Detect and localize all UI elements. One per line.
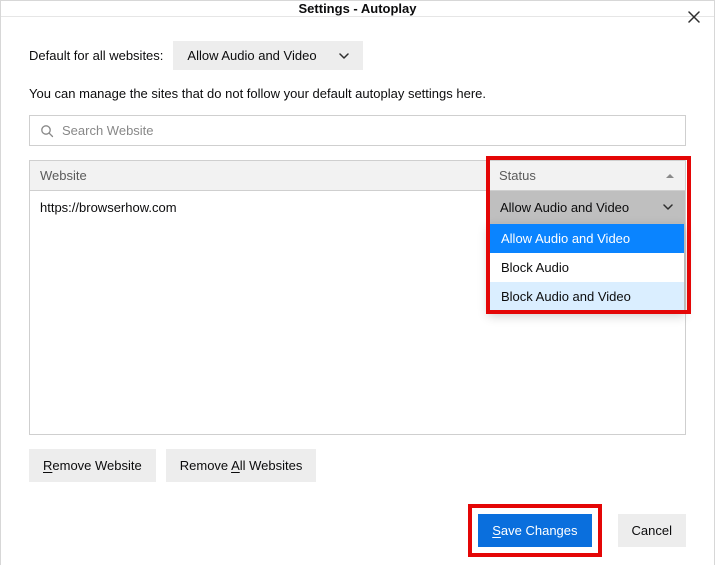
remove-all-websites-button[interactable]: Remove All Websites [166, 449, 317, 482]
search-icon [40, 124, 54, 138]
dialog-title: Settings - Autoplay [299, 1, 417, 16]
chevron-down-icon [339, 53, 349, 59]
status-dropdown: Allow Audio and Video Block Audio Block … [488, 223, 685, 312]
default-autoplay-row: Default for all websites: Allow Audio an… [29, 41, 686, 70]
column-header-status[interactable]: Status [488, 161, 685, 190]
search-input[interactable] [62, 123, 675, 138]
cancel-button[interactable]: Cancel [618, 514, 686, 547]
actions-right: Save Changes Cancel [29, 504, 686, 557]
actions-left: Remove Website Remove All Websites [29, 449, 686, 482]
cell-status: Allow Audio and Video Allow Audio and Vi… [488, 191, 685, 223]
settings-autoplay-dialog: Settings - Autoplay Default for all webs… [0, 0, 715, 565]
close-button[interactable] [682, 7, 706, 31]
default-label: Default for all websites: [29, 48, 163, 63]
dialog-header: Settings - Autoplay [1, 1, 714, 17]
status-option-block-av[interactable]: Block Audio and Video [489, 282, 684, 311]
status-option-block-audio[interactable]: Block Audio [489, 253, 684, 282]
sort-asc-icon [665, 173, 675, 179]
status-select[interactable]: Allow Audio and Video [488, 191, 685, 223]
annotation-highlight-save: Save Changes [468, 504, 601, 557]
cell-website: https://browserhow.com [30, 191, 488, 223]
remove-website-button[interactable]: Remove Website [29, 449, 156, 482]
save-changes-button[interactable]: Save Changes [478, 514, 591, 547]
dialog-content: Default for all websites: Allow Audio an… [1, 17, 714, 573]
chevron-down-icon [663, 204, 673, 210]
description-text: You can manage the sites that do not fol… [29, 86, 686, 101]
search-container [29, 115, 686, 146]
table-header: Website Status [30, 161, 685, 191]
status-option-allow[interactable]: Allow Audio and Video [489, 224, 684, 253]
default-select-value: Allow Audio and Video [187, 48, 316, 63]
close-icon [688, 10, 700, 28]
default-autoplay-select[interactable]: Allow Audio and Video [173, 41, 362, 70]
websites-table: Website Status https://browserhow.com [29, 160, 686, 435]
table-row[interactable]: https://browserhow.com Allow Audio and V… [30, 191, 685, 223]
table-body: https://browserhow.com Allow Audio and V… [30, 191, 685, 223]
column-header-website[interactable]: Website [30, 161, 488, 190]
